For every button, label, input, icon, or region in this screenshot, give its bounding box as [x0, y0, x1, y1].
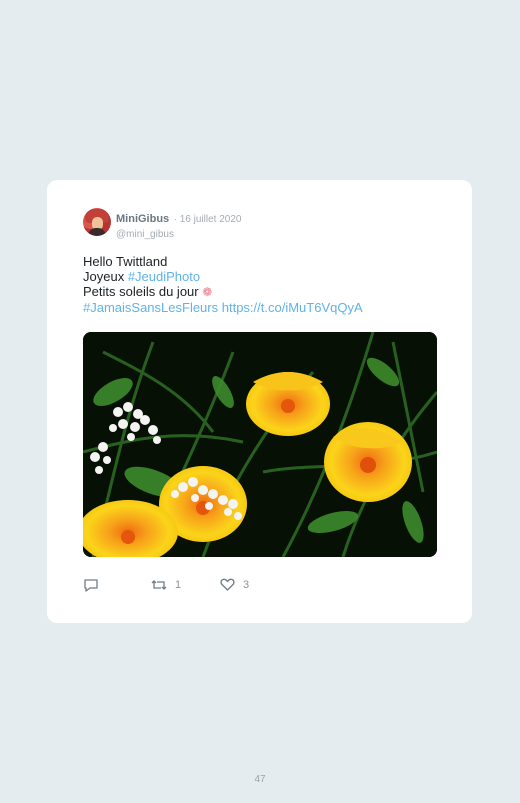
flower-photo-icon — [83, 332, 437, 557]
tweet-url-link[interactable]: https://t.co/iMuT6VqQyA — [222, 300, 363, 315]
tweet-text: Hello Twittland Joyeux #JeudiPhoto Petit… — [83, 254, 443, 315]
flower-emoji-icon: ❁ — [202, 285, 213, 299]
reply-icon — [84, 579, 98, 592]
tweet-line-3-text: Petits soleils du jour — [83, 284, 199, 299]
avatar[interactable] — [83, 208, 111, 236]
retweet-button[interactable]: 1 — [151, 578, 181, 592]
author-info: MiniGibus · 16 juillet 2020 @mini_gibus — [116, 209, 241, 240]
tweet-photo[interactable] — [83, 332, 437, 557]
hashtag-jeudiphoto[interactable]: #JeudiPhoto — [128, 269, 200, 284]
handle[interactable]: @mini_gibus — [116, 229, 241, 240]
reply-button[interactable] — [83, 578, 99, 593]
retweet-count: 1 — [175, 579, 182, 591]
tweet-date: · 16 juillet 2020 — [173, 214, 242, 225]
tweet-line-3: Petits soleils du jour ❁ — [83, 284, 443, 300]
heart-icon — [220, 578, 235, 591]
display-name[interactable]: MiniGibus — [116, 213, 169, 225]
hashtag-jamaissanslesfleurs[interactable]: #JamaisSansLesFleurs — [83, 300, 218, 315]
tweet-line-1: Hello Twittland — [83, 254, 168, 269]
like-button[interactable]: 3 — [220, 578, 249, 591]
tweet-line-2: Joyeux #JeudiPhoto — [83, 269, 443, 284]
tweet-card: MiniGibus · 16 juillet 2020 @mini_gibus … — [47, 180, 472, 623]
page-number: 47 — [254, 774, 266, 785]
tweet-actions: 1 3 — [83, 578, 383, 596]
tweet-line-4: #JamaisSansLesFleurs https://t.co/iMuT6V… — [83, 300, 443, 315]
retweet-icon — [151, 580, 167, 590]
tweet-line-2-text: Joyeux — [83, 269, 128, 284]
like-count: 3 — [243, 578, 250, 591]
